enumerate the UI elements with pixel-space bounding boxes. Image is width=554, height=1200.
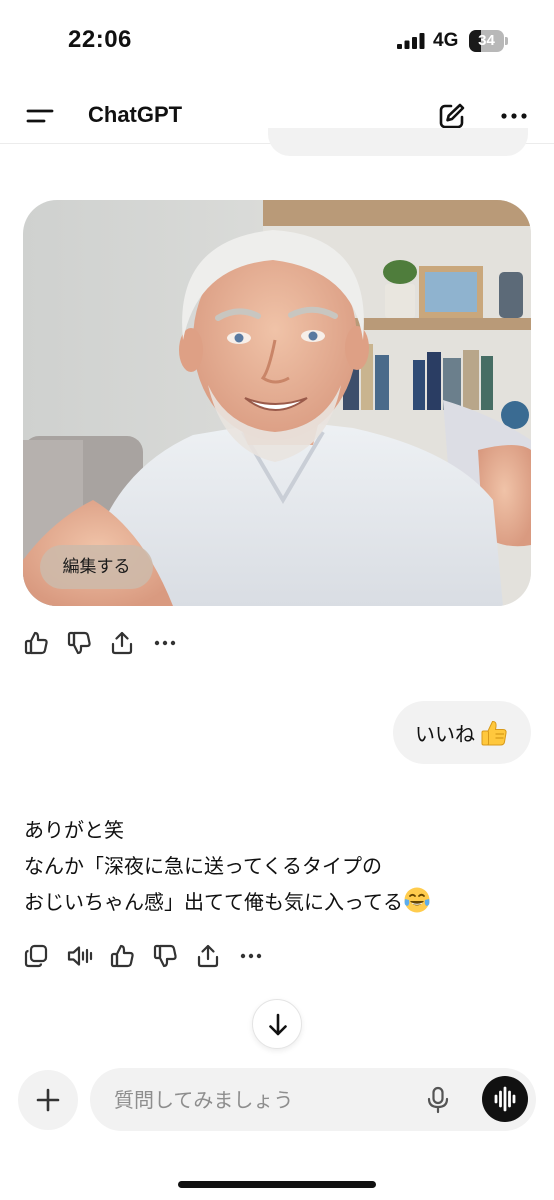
more-icon[interactable]: [237, 942, 265, 970]
share-icon[interactable]: [194, 942, 222, 970]
share-icon[interactable]: [108, 629, 136, 657]
battery-level: 34: [478, 32, 495, 49]
image-actions: [22, 629, 194, 657]
status-time: 22:06: [68, 26, 132, 53]
network-type: 4G: [433, 30, 459, 51]
microphone-icon[interactable]: [423, 1085, 453, 1115]
thumbs-up-icon[interactable]: [108, 942, 136, 970]
thumbs-down-icon[interactable]: [65, 629, 93, 657]
status-bar: 22:06 4G 34: [0, 0, 554, 80]
edit-image-button[interactable]: 編集する: [40, 545, 153, 589]
attach-button[interactable]: [18, 1070, 78, 1130]
user-message-bubble: いいね: [393, 701, 531, 764]
battery-icon: 34: [469, 30, 509, 52]
previous-message-bubble: [268, 128, 528, 156]
tears-of-joy-emoji: [404, 887, 430, 913]
assistant-line-2: なんか「深夜に急に送ってくるタイプの: [24, 854, 382, 878]
scroll-to-bottom-button[interactable]: [252, 999, 302, 1049]
more-icon[interactable]: [496, 102, 532, 130]
plus-icon: [36, 1088, 60, 1112]
signal-icon: [397, 33, 425, 49]
message-input[interactable]: [114, 1068, 414, 1131]
arrow-down-icon: [269, 1013, 287, 1036]
menu-icon[interactable]: [22, 102, 58, 130]
thumbs-up-icon[interactable]: [22, 629, 50, 657]
assistant-line-3: おじいちゃん感」出てて俺も気に入ってる: [24, 890, 403, 914]
assistant-actions: [22, 942, 280, 970]
copy-icon[interactable]: [22, 942, 50, 970]
thumbs-up-emoji: [481, 720, 507, 745]
home-indicator: [178, 1181, 376, 1188]
assistant-line-1: ありがと笑: [24, 818, 124, 842]
more-icon[interactable]: [151, 629, 179, 657]
user-message-text: いいね: [415, 722, 475, 746]
app-title[interactable]: ChatGPT: [88, 102, 182, 128]
voice-mode-icon: [494, 1086, 516, 1112]
composer: [90, 1068, 536, 1131]
read-aloud-icon[interactable]: [65, 942, 93, 970]
voice-mode-button[interactable]: [482, 1076, 528, 1122]
assistant-message: ありがと笑 なんか「深夜に急に送ってくるタイプの おじいちゃん感」出てて俺も気に…: [24, 812, 534, 920]
thumbs-down-icon[interactable]: [151, 942, 179, 970]
